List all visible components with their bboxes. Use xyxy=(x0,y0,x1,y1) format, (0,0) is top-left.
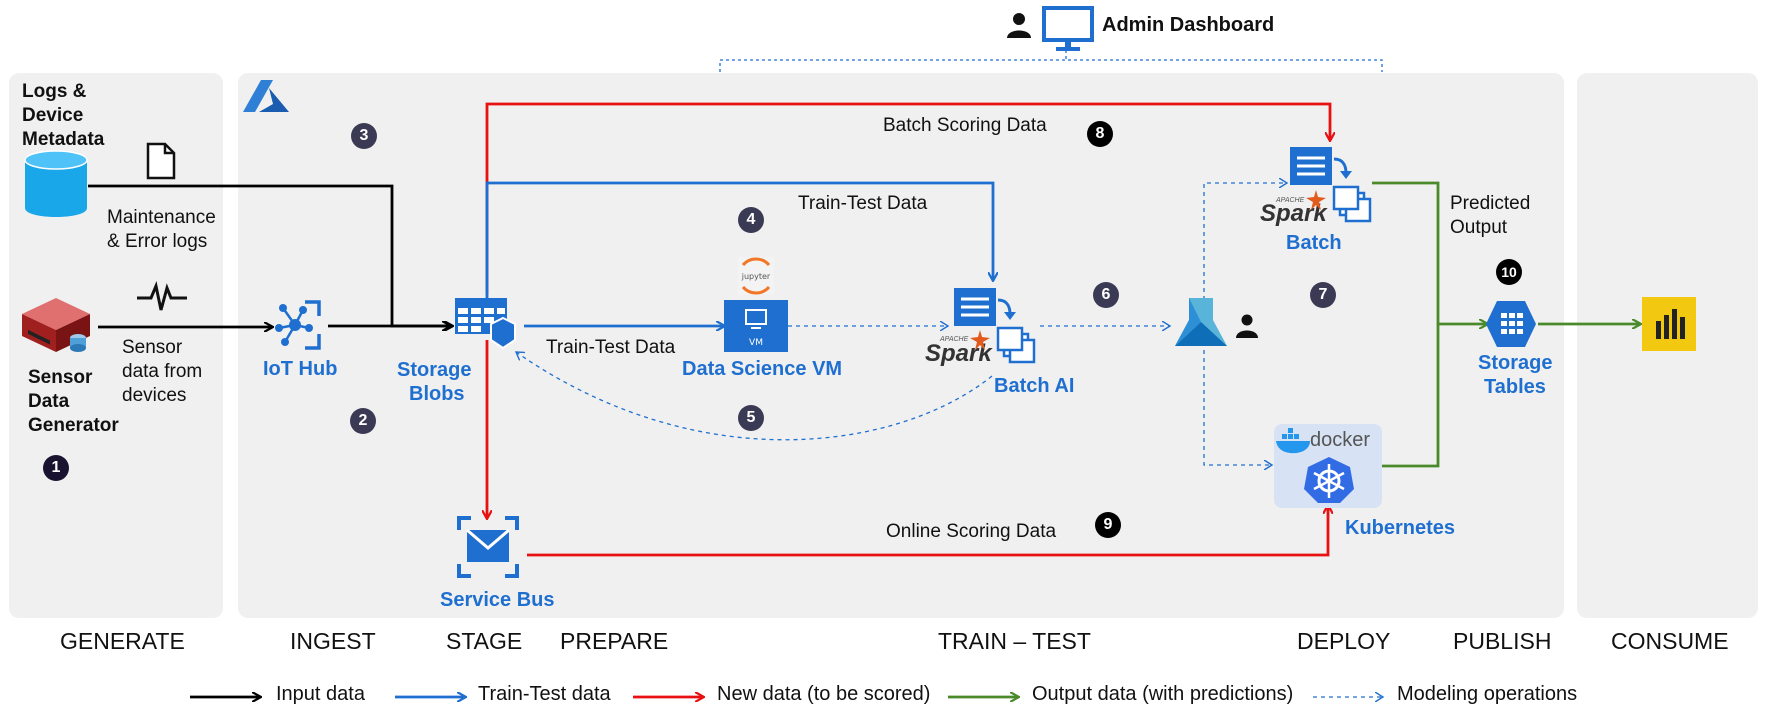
legend-label-train: Train-Test data xyxy=(478,683,611,705)
legend-label-new: New data (to be scored) xyxy=(717,683,931,705)
legend-label-modeling: Modeling operations xyxy=(1397,683,1578,705)
predicted-output-label-2: Output xyxy=(1450,217,1508,238)
step-badge: 3 xyxy=(351,123,377,149)
step-badge: 6 xyxy=(1093,282,1119,308)
maintenance-label-2: & Error logs xyxy=(107,231,208,252)
service-bus-icon xyxy=(457,516,519,578)
service-bus-label: Service Bus xyxy=(440,589,555,611)
admin-bracket xyxy=(719,59,1383,72)
batch-label: Batch xyxy=(1286,232,1342,254)
document-icon xyxy=(146,142,176,180)
legend-label-input: Input data xyxy=(276,683,365,705)
power-bi-icon xyxy=(1642,297,1696,351)
maintenance-label-1: Maintenance xyxy=(107,207,216,228)
docker-text: docker xyxy=(1310,429,1371,451)
step-badge: 7 xyxy=(1310,282,1336,308)
stage-label-publish: PUBLISH xyxy=(1453,628,1552,654)
step-badge: 9 xyxy=(1095,512,1121,538)
stage-label-generate: GENERATE xyxy=(60,628,185,654)
iot-hub-icon xyxy=(275,300,321,350)
spark-star-icon xyxy=(970,330,990,350)
pulse-icon xyxy=(137,280,187,311)
sensor-label-1: Sensor xyxy=(122,337,183,358)
predicted-output-label-1: Predicted xyxy=(1450,193,1531,214)
step-badge: 5 xyxy=(738,405,764,431)
step-badge: 10 xyxy=(1496,259,1522,285)
monitor-icon xyxy=(1042,6,1094,51)
storage-blobs-label-1: Storage xyxy=(397,359,472,381)
generator-label-1: Sensor xyxy=(28,367,93,388)
legend-label-output: Output data (with predictions) xyxy=(1032,683,1294,705)
stage-label-train-test: TRAIN – TEST xyxy=(938,628,1091,654)
database-icon xyxy=(24,150,88,217)
admin-dashboard-label: Admin Dashboard xyxy=(1102,14,1275,36)
stage-label-deploy: DEPLOY xyxy=(1297,628,1391,654)
generator-label-2: Data xyxy=(28,391,70,412)
jupyter-icon: jupyter xyxy=(738,257,774,295)
kubernetes-label: Kubernetes xyxy=(1345,517,1456,539)
server-icon xyxy=(22,298,90,352)
logs-label-2: Device xyxy=(22,105,84,126)
step-badge: 8 xyxy=(1087,121,1113,147)
logs-label-1: Logs & xyxy=(22,81,87,102)
kubernetes-icon xyxy=(1304,457,1354,503)
online-scoring-label: Online Scoring Data xyxy=(886,521,1057,542)
step-badge: 1 xyxy=(43,455,69,481)
azure-ml-icon xyxy=(1175,298,1227,346)
spark-star-icon xyxy=(1306,190,1326,210)
edge-ml-to-k8s xyxy=(1203,350,1272,465)
jupyter-text: jupyter xyxy=(741,272,771,281)
user-icon xyxy=(1007,13,1031,38)
vm-text: VM xyxy=(749,338,763,348)
batch-ai-label: Batch AI xyxy=(994,375,1075,397)
edge-k8s-to-tables xyxy=(1382,324,1440,468)
dsvm-label: Data Science VM xyxy=(682,358,843,380)
vm-icon: VM xyxy=(724,300,788,352)
docker-whale-icon xyxy=(1276,428,1310,454)
stage-label-ingest: INGEST xyxy=(290,628,376,654)
storage-tables-icon xyxy=(1486,301,1536,347)
generator-label-3: Generator xyxy=(28,415,119,436)
train-test-mid-label: Train-Test Data xyxy=(546,337,676,358)
iot-hub-label: IoT Hub xyxy=(263,358,338,380)
stage-label-stage: STAGE xyxy=(446,628,523,654)
sensor-label-2: data from xyxy=(122,361,203,382)
storage-tables-label-2: Tables xyxy=(1484,376,1546,398)
sensor-label-3: devices xyxy=(122,385,187,406)
storage-tables-label-1: Storage xyxy=(1478,352,1553,374)
azure-logo-icon xyxy=(243,80,289,112)
user-icon xyxy=(1236,314,1258,338)
step-badge: 2 xyxy=(350,408,376,434)
storage-blobs-icon xyxy=(455,298,516,350)
stage-label-prepare: PREPARE xyxy=(560,628,669,654)
logs-label-3: Metadata xyxy=(22,129,105,150)
step-badge: 4 xyxy=(738,207,764,233)
stage-label-consume: CONSUME xyxy=(1611,628,1729,654)
train-test-top-label: Train-Test Data xyxy=(798,193,928,214)
batch-scoring-label: Batch Scoring Data xyxy=(883,115,1047,136)
storage-blobs-label-2: Blobs xyxy=(409,383,465,405)
